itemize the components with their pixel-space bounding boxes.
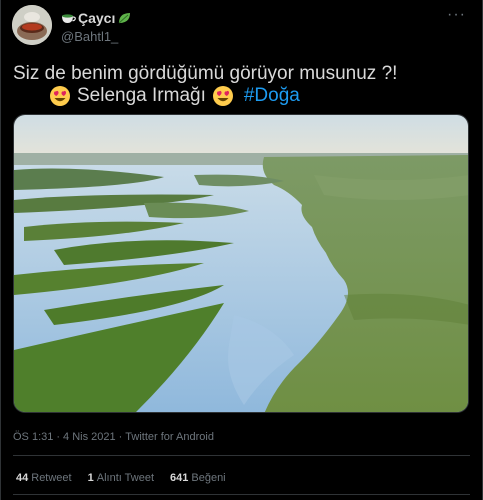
avatar[interactable]: [12, 5, 52, 45]
separator-dot: ·: [56, 431, 61, 443]
tweet-time[interactable]: ÖS 1:31: [13, 431, 53, 443]
author-handle[interactable]: @Bahtl1_: [61, 29, 118, 44]
divider: [13, 455, 470, 456]
heart-eyes-emoji: [50, 86, 70, 106]
tweet-card: Çaycı @Bahtl1_ ··· Siz de benim gördüğüm…: [0, 0, 483, 500]
tweet-meta: ÖS 1:31 · 4 Nis 2021 · Twitter for Android: [13, 431, 214, 443]
tweet-text-line-2: Selenga Irmağı #Doğa: [49, 85, 300, 107]
heart-eyes-emoji: [212, 86, 233, 106]
divider: [13, 494, 470, 495]
quote-tweets-stat[interactable]: 1 Alıntı Tweet: [88, 472, 154, 484]
more-options-icon[interactable]: ···: [447, 6, 466, 24]
tweet-date[interactable]: 4 Nis 2021: [63, 431, 116, 443]
retweets-stat[interactable]: 44 Retweet: [16, 472, 72, 484]
author-name-row[interactable]: Çaycı: [61, 10, 132, 26]
hashtag-link[interactable]: #Doğa: [244, 85, 300, 107]
tweet-source[interactable]: Twitter for Android: [125, 431, 214, 443]
tweet-media-image[interactable]: [13, 114, 469, 413]
river-painting: [14, 115, 468, 412]
tweet-text-line-1: Siz de benim gördüğümü görüyor musunuz ?…: [13, 63, 398, 84]
river-name-text: Selenga Irmağı: [77, 85, 206, 106]
leaf-icon: [119, 13, 131, 24]
tea-cup-icon: [62, 14, 76, 23]
separator-dot: ·: [118, 431, 123, 443]
avatar-image: [12, 5, 52, 45]
author-display-name[interactable]: Çaycı: [78, 10, 115, 26]
likes-stat[interactable]: 641 Beğeni: [170, 472, 226, 484]
tweet-stats: 44 Retweet 1 Alıntı Tweet 641 Beğeni: [16, 472, 226, 484]
